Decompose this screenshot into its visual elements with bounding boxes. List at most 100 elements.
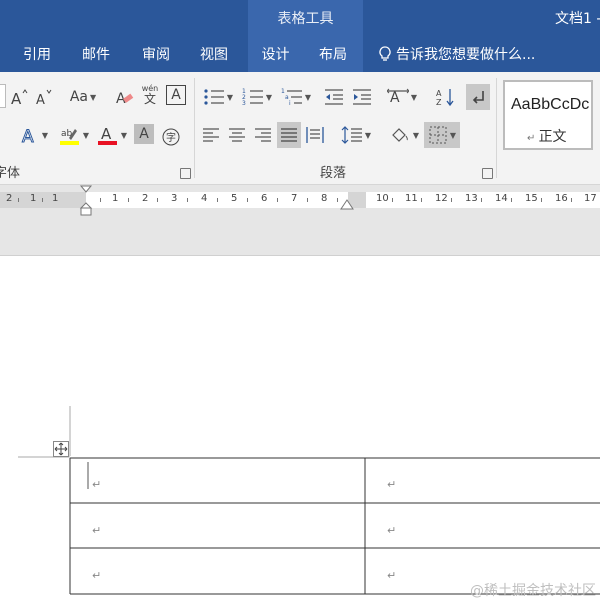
svg-text:A: A — [436, 89, 442, 98]
svg-text:字: 字 — [166, 131, 176, 144]
grow-font-button[interactable]: A — [8, 84, 30, 110]
align-right-button[interactable] — [252, 122, 274, 148]
ribbon: A A Aa ▼ A wén 文 A A ▼ ab ▼ A ▼ A 字 字体 ▼ 123… — [0, 72, 600, 185]
table-cell[interactable]: ↵ — [92, 478, 101, 491]
align-right-icon — [255, 128, 271, 142]
style-sample-text: AaBbCcDc — [511, 96, 590, 113]
paragraph-group-label: 段落 — [320, 166, 347, 181]
numbering-button[interactable]: 1 2 3 ▼ — [239, 84, 275, 110]
font-dialog-launcher-icon[interactable] — [180, 168, 191, 179]
tab-review[interactable]: 审阅 — [124, 38, 188, 72]
table-move-handle-icon[interactable] — [53, 441, 69, 457]
svg-text:A: A — [11, 90, 22, 107]
enclosed-character-button[interactable]: A — [166, 85, 186, 105]
asian-layout-icon: A — [386, 88, 409, 106]
tab-view[interactable]: 视图 — [182, 38, 246, 72]
ruler-tick — [392, 198, 393, 202]
phonetic-guide-bottom: 文 — [143, 92, 156, 106]
align-left-button[interactable] — [200, 122, 222, 148]
chevron-down-icon: ▼ — [412, 130, 420, 140]
asian-layout-button[interactable]: A ▼ — [384, 84, 420, 110]
ruler-tick — [42, 198, 43, 202]
ruler-tick — [337, 198, 338, 202]
change-case-label: Aa — [69, 89, 88, 105]
shrink-font-icon: A — [36, 89, 52, 107]
ruler-number: 17 — [584, 193, 597, 204]
clear-formatting-button[interactable]: A — [114, 84, 136, 110]
document-title: 文档1 - — [555, 11, 600, 27]
sort-icon: AZ — [436, 89, 454, 107]
ruler-number: 14 — [495, 193, 508, 204]
ruler-number: 5 — [231, 193, 238, 204]
text-effects-icon: A — [21, 127, 34, 146]
ruler-number: 1 — [112, 193, 119, 204]
justify-button[interactable] — [277, 122, 301, 148]
svg-text:i: i — [289, 100, 291, 107]
ruler-tick — [481, 198, 482, 202]
paragraph-mark-icon — [472, 91, 484, 104]
table-tools-header: 表格工具 — [248, 0, 363, 38]
chevron-down-icon: ▼ — [364, 130, 372, 140]
ruler-number: 16 — [555, 193, 568, 204]
text-effects-button[interactable]: A ▼ — [16, 122, 52, 148]
table-cell[interactable]: ↵ — [92, 524, 101, 537]
ruler-tick — [511, 198, 512, 202]
ruler-tick — [541, 198, 542, 202]
multilevel-list-icon: 1ai — [281, 88, 302, 107]
tab-layout[interactable]: 布局 — [303, 38, 363, 72]
svg-text:Z: Z — [436, 98, 442, 107]
ruler-tick — [100, 198, 101, 202]
table-cell[interactable]: ↵ — [387, 524, 396, 537]
table-cell[interactable]: ↵ — [387, 569, 396, 582]
tab-references[interactable]: 引用 — [4, 38, 70, 72]
character-shading-button[interactable]: A — [134, 124, 154, 144]
bullets-button[interactable]: ▼ — [200, 84, 236, 110]
paint-bucket-icon — [392, 128, 408, 142]
font-size-box-edge[interactable] — [0, 84, 6, 108]
lightbulb-icon — [379, 46, 391, 61]
enclose-characters-icon: 字 — [162, 128, 180, 146]
increase-indent-button[interactable] — [350, 84, 374, 110]
tell-me-label: 告诉我您想要做什么... — [396, 47, 536, 63]
tab-design[interactable]: 设计 — [248, 38, 303, 72]
decrease-indent-button[interactable] — [322, 84, 346, 110]
shading-button[interactable]: ▼ — [386, 122, 422, 148]
align-center-button[interactable] — [226, 122, 248, 148]
sort-button[interactable]: AZ — [434, 84, 458, 110]
multilevel-list-button[interactable]: 1 a i ▼ — [278, 84, 314, 110]
font-color-button[interactable]: A ▼ — [94, 122, 130, 148]
highlight-color-button[interactable]: ab ▼ — [56, 122, 92, 148]
indent-marker-icon[interactable] — [78, 185, 94, 217]
tell-me-search[interactable]: 告诉我您想要做什么... — [378, 38, 535, 72]
style-normal[interactable]: AaBbCcDc ↵ 正文 — [503, 80, 593, 150]
group-divider — [194, 78, 195, 178]
change-case-button[interactable]: Aa ▼ — [66, 84, 100, 110]
document-page[interactable]: ↵ ↵ ↵ ↵ ↵ ↵ — [0, 256, 600, 611]
enclose-characters-button[interactable]: 字 — [160, 124, 182, 150]
line-spacing-button[interactable]: ▼ — [338, 122, 374, 148]
table-cell[interactable]: ↵ — [387, 478, 396, 491]
paragraph-dialog-launcher-icon[interactable] — [482, 168, 493, 179]
numbered-list-icon: 123 — [242, 88, 263, 107]
ruler-tick — [187, 198, 188, 202]
ruler-tick — [247, 198, 248, 202]
decrease-indent-icon — [325, 89, 343, 105]
ruler-tick — [421, 198, 422, 202]
distributed-icon — [306, 127, 324, 143]
chevron-down-icon: ▼ — [82, 130, 90, 140]
show-formatting-marks-button[interactable] — [466, 84, 490, 110]
borders-button[interactable]: ▼ — [424, 122, 460, 148]
ruler-number: 13 — [465, 193, 478, 204]
ruler-number: 12 — [435, 193, 448, 204]
shrink-font-button[interactable]: A — [33, 84, 55, 110]
clear-formatting-icon: A — [116, 91, 134, 107]
ruler-number: 6 — [261, 193, 268, 204]
distributed-button[interactable] — [304, 122, 326, 148]
right-indent-marker-icon[interactable] — [340, 199, 354, 211]
tab-mailings[interactable]: 邮件 — [64, 38, 128, 72]
phonetic-guide-button[interactable]: wén 文 — [139, 82, 161, 108]
table-cell[interactable]: ↵ — [92, 569, 101, 582]
svg-text:A: A — [390, 90, 400, 106]
highlighter-icon: ab — [59, 129, 79, 145]
bullet-list-icon — [204, 89, 224, 105]
